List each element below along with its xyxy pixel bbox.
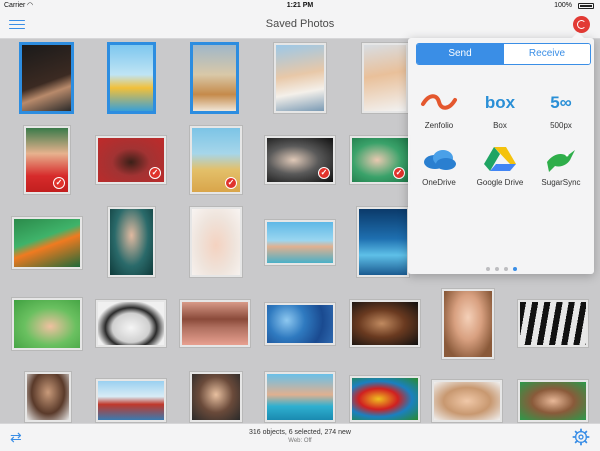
photo-thumbnail[interactable]: ✓ (96, 136, 166, 184)
share-popover: Send Receive Zenfolio box Box 5∞ 500px O… (408, 32, 594, 274)
page-title: Saved Photos (265, 18, 335, 30)
box-icon: box (485, 93, 516, 112)
selected-check-icon: ✓ (149, 167, 161, 179)
photo-thumbnail[interactable] (190, 207, 242, 277)
zenfolio-icon (421, 94, 457, 110)
page-dot-active (512, 267, 517, 271)
web-status: Web: Off (288, 438, 312, 444)
status-bar: Carrier ◠ 1:21 PM 100% (0, 0, 600, 12)
photo-thumbnail[interactable] (12, 217, 82, 269)
photo-thumbnail[interactable]: ✓ (190, 126, 242, 194)
service-label: Google Drive (476, 178, 524, 187)
tab-send[interactable]: Send (417, 44, 503, 64)
photo-thumbnail[interactable] (108, 43, 155, 113)
photo-thumbnail[interactable] (350, 300, 420, 347)
photo-thumbnail[interactable] (362, 43, 408, 113)
photo-thumbnail[interactable] (442, 289, 494, 359)
photo-thumbnail[interactable] (191, 43, 238, 113)
selection-summary: 316 objects, 6 selected, 274 new (249, 429, 351, 436)
500px-icon: 5∞ (550, 93, 572, 112)
google-drive-icon (484, 147, 516, 171)
gear-icon[interactable] (572, 428, 590, 446)
photo-thumbnail[interactable] (96, 300, 166, 347)
photo-thumbnail[interactable] (12, 298, 82, 350)
record-icon[interactable] (573, 16, 590, 33)
service-label: OneDrive (422, 178, 456, 187)
nav-bar: Saved Photos (0, 12, 600, 39)
service-onedrive[interactable]: OneDrive (409, 144, 469, 204)
popover-arrow (572, 32, 584, 38)
sugarsync-icon (547, 150, 575, 172)
selected-check-icon: ✓ (318, 167, 330, 179)
photo-thumbnail[interactable] (96, 379, 166, 422)
service-label: SugarSync (541, 178, 581, 187)
battery-icon (578, 3, 594, 9)
service-sugarsync[interactable]: SugarSync (531, 144, 591, 204)
send-receive-toggle: Send Receive (416, 43, 591, 65)
photo-thumbnail[interactable]: ✓ (24, 126, 70, 194)
service-label: Box (493, 121, 507, 130)
photo-thumbnail[interactable] (25, 372, 71, 422)
svg-text:box: box (485, 93, 516, 112)
selected-check-icon: ✓ (53, 177, 65, 189)
clock: 1:21 PM (286, 2, 314, 9)
photo-thumbnail[interactable]: ✓ (350, 136, 410, 184)
tab-receive[interactable]: Receive (503, 44, 590, 64)
selected-check-icon: ✓ (393, 167, 405, 179)
photo-thumbnail[interactable] (20, 43, 73, 113)
photo-thumbnail[interactable] (265, 220, 335, 265)
onedrive-icon (424, 150, 456, 170)
bottom-toolbar: ⇄ 316 objects, 6 selected, 274 new Web: … (0, 423, 600, 451)
service-box[interactable]: box Box (470, 87, 530, 147)
photo-thumbnail[interactable] (265, 372, 335, 422)
service-label: Zenfolio (424, 121, 454, 130)
page-indicator[interactable] (408, 267, 594, 271)
service-google-drive[interactable]: Google Drive (470, 144, 530, 204)
photo-thumbnail[interactable]: ✓ (265, 136, 335, 184)
service-500px[interactable]: 5∞ 500px (531, 87, 591, 147)
photo-thumbnail[interactable] (432, 380, 502, 422)
battery-percent: 100% (554, 2, 572, 9)
service-zenfolio[interactable]: Zenfolio (409, 87, 469, 147)
photo-thumbnail[interactable] (357, 207, 409, 277)
photo-thumbnail[interactable] (265, 303, 335, 345)
photo-thumbnail[interactable] (274, 43, 326, 113)
page-dot (503, 267, 508, 271)
photo-thumbnail[interactable] (108, 207, 155, 277)
service-label: 500px (550, 121, 572, 130)
page-dot (494, 267, 499, 271)
photo-thumbnail[interactable] (350, 376, 420, 422)
photo-thumbnail[interactable] (518, 380, 588, 422)
photo-thumbnail[interactable] (518, 300, 588, 347)
photo-thumbnail[interactable] (180, 300, 250, 347)
selected-check-icon: ✓ (225, 177, 237, 189)
photo-thumbnail[interactable] (190, 372, 242, 422)
svg-text:5∞: 5∞ (550, 93, 572, 112)
page-dot (485, 267, 490, 271)
